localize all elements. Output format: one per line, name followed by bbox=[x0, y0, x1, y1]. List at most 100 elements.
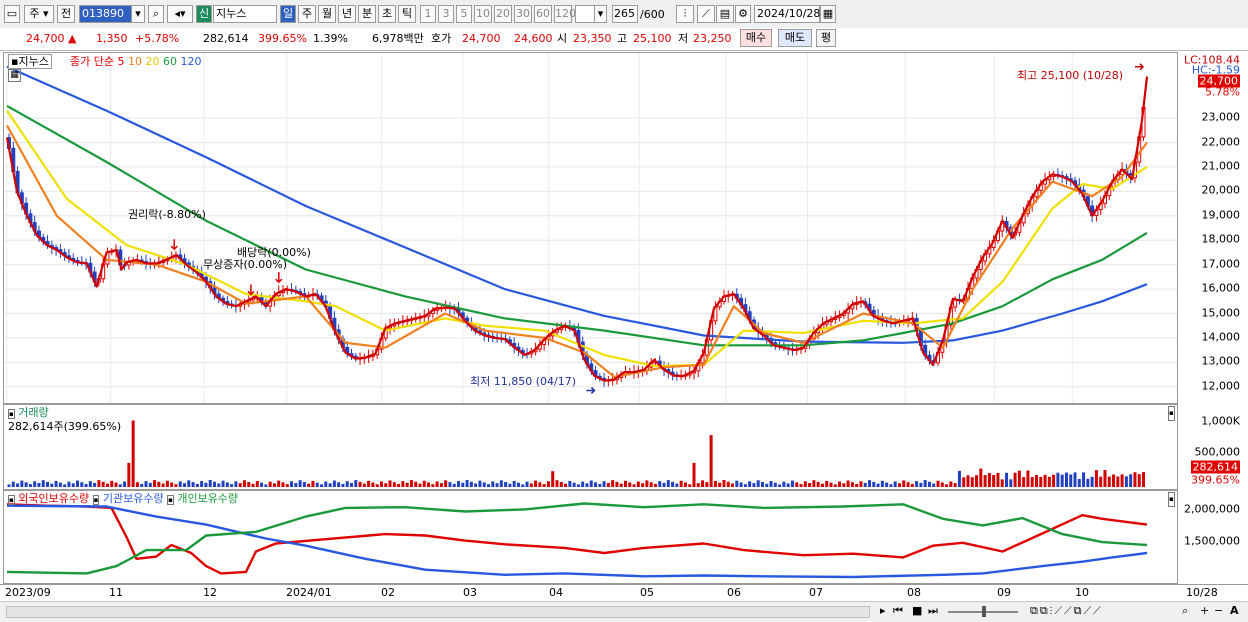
chevron-down-icon[interactable]: ▾ bbox=[131, 5, 145, 23]
date-input[interactable]: 2024/10/28 bbox=[754, 5, 820, 23]
table-icon[interactable]: ▦ bbox=[8, 69, 21, 82]
volume-axis: 1,000K 500,000 282,614 399.65% bbox=[1180, 404, 1246, 490]
volume-bar bbox=[752, 483, 756, 487]
foreign-label: 외국인보유수량 bbox=[18, 492, 90, 505]
chevron-down-icon[interactable]: ▾ bbox=[594, 5, 607, 23]
save-icon[interactable]: ▤ bbox=[716, 5, 734, 23]
chart-type-icon[interactable]: ⫶ bbox=[676, 5, 694, 23]
tab-week[interactable]: 주 bbox=[298, 5, 316, 23]
scroll-right-icon[interactable]: ▸ bbox=[880, 604, 886, 617]
volume-chart bbox=[7, 420, 1146, 487]
font-size-icon[interactable]: A bbox=[1230, 604, 1239, 617]
volume-bar bbox=[444, 480, 448, 487]
holder-pane[interactable]: ▪ 외국인보유수량 ▪ 기관보유수량 ▪ 개인보유수량 ▪ bbox=[3, 490, 1178, 584]
interval-30[interactable]: 30 bbox=[514, 5, 532, 23]
volume-bar bbox=[833, 484, 837, 487]
change: 1,350 bbox=[96, 32, 128, 45]
count-input[interactable]: 265 bbox=[612, 5, 638, 23]
name-field[interactable]: 지누스 bbox=[213, 5, 277, 23]
volume-pane[interactable]: ▪ 거래량 282,614주(399.65%) ▪ bbox=[3, 404, 1178, 490]
toggle-icon[interactable]: ▪ bbox=[92, 495, 100, 505]
price-tick-label: 13,000 bbox=[1201, 354, 1241, 368]
sell-button[interactable]: 매도 bbox=[778, 29, 812, 47]
interval-20[interactable]: 20 bbox=[494, 5, 512, 23]
volume-bar bbox=[589, 480, 593, 487]
tab-tick[interactable]: 틱 bbox=[398, 5, 416, 23]
zoom-icon[interactable]: ⌕ bbox=[1182, 604, 1188, 618]
last-icon[interactable]: ⏭ bbox=[928, 604, 938, 618]
plus-icon[interactable]: + bbox=[1200, 604, 1209, 617]
volume-bar bbox=[795, 482, 799, 487]
interval-120[interactable]: 120 bbox=[554, 5, 576, 23]
volume-bar bbox=[1112, 474, 1116, 487]
stop-icon[interactable]: ■ bbox=[912, 604, 922, 617]
toggle-icon[interactable]: ▪ bbox=[167, 495, 174, 505]
draw-icon[interactable]: ⟋ bbox=[697, 5, 715, 23]
search-icon[interactable]: ⌕ bbox=[148, 5, 164, 23]
zoom-handle[interactable] bbox=[982, 606, 986, 617]
prev-button[interactable]: 전 bbox=[57, 5, 75, 23]
volume-bar bbox=[148, 482, 152, 487]
volume-bar bbox=[349, 482, 353, 487]
volume-bar bbox=[388, 480, 392, 487]
tab-day[interactable]: 일 bbox=[280, 5, 296, 23]
volume-bar bbox=[516, 482, 520, 487]
window-icon[interactable]: ▭ bbox=[4, 5, 20, 23]
volume-bar bbox=[940, 482, 944, 487]
volume-bar bbox=[902, 480, 906, 487]
toggle-icon[interactable]: ▪ bbox=[8, 409, 15, 419]
market-select[interactable]: 주 ▾ bbox=[24, 5, 54, 23]
volume-bar bbox=[658, 481, 662, 487]
gear-icon[interactable]: ⚙ bbox=[735, 5, 751, 23]
volume-bar bbox=[581, 481, 585, 487]
volume-bar bbox=[1022, 477, 1026, 487]
volume-bar bbox=[623, 480, 627, 487]
interval-60[interactable]: 60 bbox=[534, 5, 552, 23]
volume-bar bbox=[1043, 474, 1047, 487]
volume-bar bbox=[906, 482, 910, 487]
price-pane-title[interactable]: ▪지누스 bbox=[8, 54, 52, 69]
volume-bar bbox=[512, 480, 516, 487]
interval-5[interactable]: 5 bbox=[456, 5, 472, 23]
buy-button[interactable]: 매수 bbox=[740, 29, 772, 47]
volume-bar bbox=[170, 482, 174, 487]
interval-1[interactable]: 1 bbox=[420, 5, 436, 23]
tab-second[interactable]: 초 bbox=[378, 5, 396, 23]
volume-bar bbox=[140, 483, 144, 487]
calendar-icon[interactable]: ▦ bbox=[820, 5, 836, 23]
volume-bar bbox=[157, 481, 161, 487]
first-icon[interactable]: ⏮ bbox=[893, 604, 903, 618]
volume-bar bbox=[564, 483, 568, 487]
x-label-07: 07 bbox=[809, 586, 823, 599]
volume-bar bbox=[709, 435, 713, 487]
minus-icon[interactable]: − bbox=[1214, 604, 1223, 617]
scroll-track[interactable] bbox=[6, 606, 870, 618]
volume-bar bbox=[521, 484, 525, 487]
close-icon[interactable]: ▪ bbox=[1168, 492, 1175, 507]
close-icon[interactable]: ▪ bbox=[1168, 406, 1175, 421]
tool-icons[interactable]: ⧉⧉⫶⟋⟋⧉⟋⟋ bbox=[1030, 604, 1103, 618]
volume-bar bbox=[927, 481, 931, 487]
volume-bar bbox=[41, 480, 45, 487]
tab-minute[interactable]: 분 bbox=[358, 5, 376, 23]
interval-3[interactable]: 3 bbox=[438, 5, 454, 23]
volume-bar bbox=[1103, 470, 1107, 487]
volume-bar bbox=[409, 480, 413, 487]
ma-legend[interactable]: 종가 단순 5 10 20 60 120 bbox=[70, 55, 201, 68]
tab-year[interactable]: 년 bbox=[338, 5, 356, 23]
volume-bar bbox=[452, 483, 456, 487]
volume-bar bbox=[1030, 477, 1034, 487]
volume-bar bbox=[71, 483, 75, 487]
volume-bar bbox=[641, 483, 645, 487]
avg-button[interactable]: 평 bbox=[816, 29, 836, 47]
volume-bar bbox=[769, 480, 773, 487]
volume-bar bbox=[713, 481, 717, 487]
price-pane[interactable]: ▪지누스 종가 단순 5 10 20 60 120 ▦ 권리락(-8.80%) … bbox=[3, 52, 1178, 404]
toggle-icon[interactable]: ▪ bbox=[8, 495, 15, 505]
ma120-label: 120 bbox=[180, 55, 202, 68]
speaker-icon[interactable]: ◂▾ bbox=[167, 5, 193, 23]
volume-bar bbox=[872, 481, 876, 487]
interval-10[interactable]: 10 bbox=[474, 5, 492, 23]
volume-bar bbox=[987, 473, 991, 487]
tab-month[interactable]: 월 bbox=[318, 5, 336, 23]
